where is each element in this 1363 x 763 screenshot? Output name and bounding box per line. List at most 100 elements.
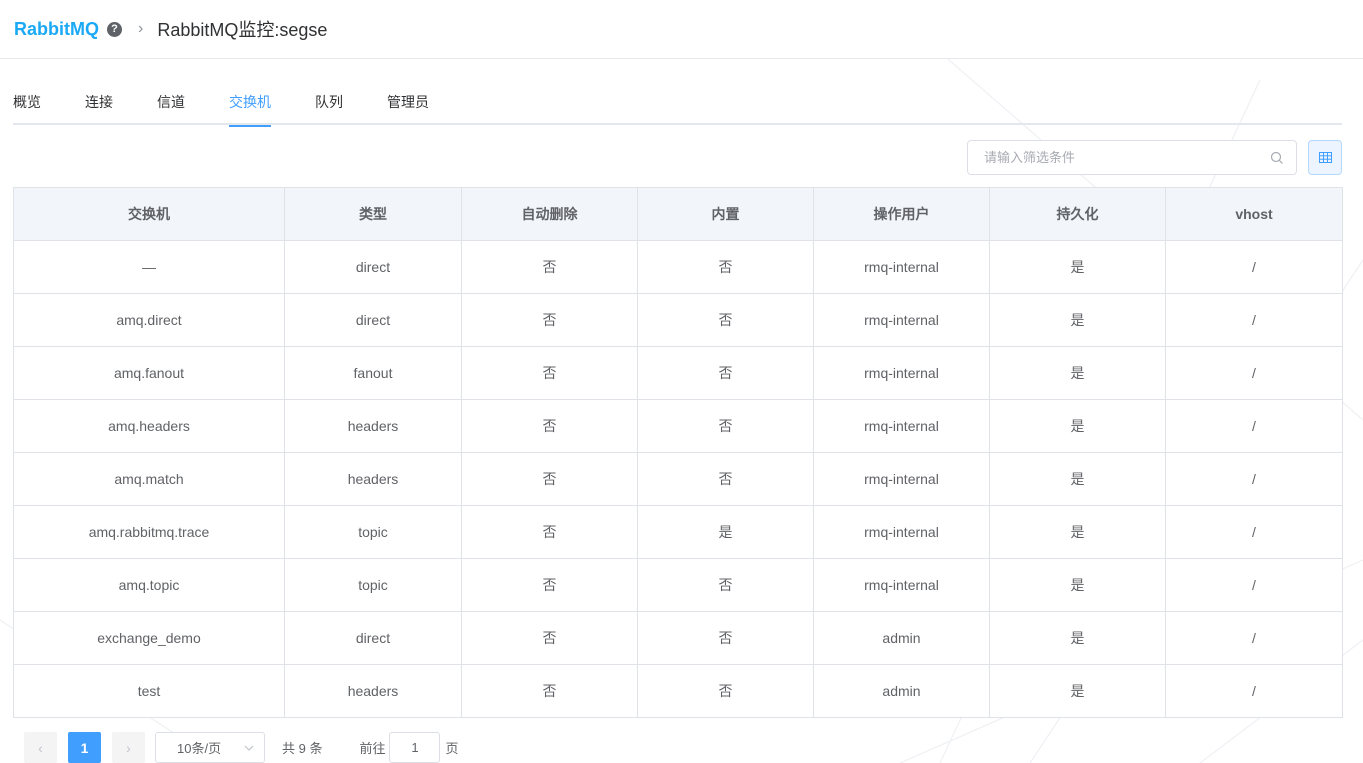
brand-logo-text[interactable]: RabbitMQ [14,19,99,40]
jump-page-input[interactable]: 1 [389,732,441,763]
cell-exchange: amq.direct [13,293,285,347]
cell-vhost: / [1165,558,1343,612]
cell-auto-delete: 否 [461,664,638,718]
table-row[interactable]: test headers 否否 admin 是 / [13,664,1343,718]
cell-exchange: amq.match [13,452,285,506]
cell-auto-delete: 否 [461,611,638,665]
cell-auto-delete: 否 [461,346,638,400]
cell-vhost: / [1165,240,1343,294]
table-row[interactable]: amq.fanout fanout 否否 rmq-internal 是 / [13,346,1343,400]
cell-exchange: amq.rabbitmq.trace [13,505,285,559]
table-row[interactable]: amq.rabbitmq.trace topic 否是 rmq-internal 是 / [13,505,1343,559]
prev-page-button[interactable]: ‹ [24,732,57,763]
page-size-select[interactable]: 10条/页 [155,732,265,763]
table-header: 交换机 类型 自动删除 内置 操作用户 持久化 vhost [13,187,1343,241]
table-grid-icon [1318,152,1332,163]
cell-user: rmq-internal [813,399,990,453]
cell-exchange: exchange_demo [13,611,285,665]
cell-auto-delete: 否 [461,293,638,347]
cell-user: rmq-internal [813,240,990,294]
table-row[interactable]: amq.topic topic 否否 rmq-internal 是 / [13,558,1343,612]
search-box [967,140,1297,175]
cell-exchange: amq.headers [13,399,285,453]
tab-bar: 概览 连接 信道 交换机 队列 管理员 [13,80,1342,127]
cell-durable: 是 [989,346,1166,400]
cell-exchange: amq.fanout [13,346,285,400]
table-row[interactable]: exchange_demo direct 否否 admin 是 / [13,611,1343,665]
cell-user: rmq-internal [813,346,990,400]
total-count: 共 9 条 [282,741,323,756]
cell-exchange: — [13,240,285,294]
cell-type: direct [284,611,462,665]
cell-user: rmq-internal [813,505,990,559]
column-header-durable[interactable]: 持久化 [989,187,1166,241]
cell-auto-delete: 否 [461,558,638,612]
cell-vhost: / [1165,346,1343,400]
jump-suffix: 页 [445,741,459,756]
cell-exchange: test [13,664,285,718]
tab-channels[interactable]: 信道 [157,80,185,125]
cell-user: admin [813,664,990,718]
cell-internal: 否 [637,240,814,294]
column-settings-button[interactable] [1308,140,1342,175]
tab-admins[interactable]: 管理员 [387,80,429,125]
tab-connections[interactable]: 连接 [85,80,113,125]
cell-vhost: / [1165,505,1343,559]
tab-overview[interactable]: 概览 [13,80,41,125]
cell-auto-delete: 否 [461,452,638,506]
cell-vhost: / [1165,452,1343,506]
column-header-exchange[interactable]: 交换机 [13,187,285,241]
column-header-type[interactable]: 类型 [284,187,462,241]
cell-internal: 否 [637,664,814,718]
cell-user: admin [813,611,990,665]
table-row[interactable]: amq.direct direct 否否 rmq-internal 是 / [13,293,1343,347]
cell-durable: 是 [989,505,1166,559]
table-body: — direct 否否 rmq-internal 是 / amq.direct direct 否… [13,240,1343,718]
tab-exchanges[interactable]: 交换机 [229,80,271,127]
cell-type: headers [284,399,462,453]
column-header-vhost[interactable]: vhost [1165,187,1343,241]
cell-durable: 是 [989,240,1166,294]
cell-auto-delete: 否 [461,505,638,559]
cell-type: direct [284,293,462,347]
jump-label: 前往 [359,741,386,756]
page-size-value: 10条/页 [177,741,222,756]
cell-internal: 否 [637,399,814,453]
column-header-internal[interactable]: 内置 [637,187,814,241]
cell-durable: 是 [989,452,1166,506]
search-input[interactable] [984,150,1270,165]
cell-internal: 否 [637,558,814,612]
column-header-user[interactable]: 操作用户 [813,187,990,241]
search-icon[interactable] [1270,151,1284,165]
next-page-button[interactable]: › [112,732,145,763]
cell-vhost: / [1165,611,1343,665]
cell-internal: 否 [637,346,814,400]
cell-type: topic [284,505,462,559]
cell-user: rmq-internal [813,558,990,612]
cell-type: topic [284,558,462,612]
cell-auto-delete: 否 [461,240,638,294]
chevron-down-icon [244,745,254,751]
exchanges-table: 交换机 类型 自动删除 内置 操作用户 持久化 vhost — direct 否否 r… [13,187,1343,718]
cell-internal: 否 [637,452,814,506]
cell-durable: 是 [989,293,1166,347]
breadcrumb-current: RabbitMQ监控:segse [157,20,328,40]
column-header-auto-delete[interactable]: 自动删除 [461,187,638,241]
cell-durable: 是 [989,611,1166,665]
table-row[interactable]: amq.match headers 否否 rmq-internal 是 / [13,452,1343,506]
tab-queues[interactable]: 队列 [315,80,343,125]
pagination: ‹ 1 › 10条/页 共 9 条 前往 1 页 [24,732,459,763]
cell-vhost: / [1165,293,1343,347]
table-row[interactable]: amq.headers headers 否否 rmq-internal 是 / [13,399,1343,453]
cell-durable: 是 [989,558,1166,612]
cell-type: headers [284,664,462,718]
cell-type: fanout [284,346,462,400]
table-header-row: 交换机 类型 自动删除 内置 操作用户 持久化 vhost [13,187,1343,241]
cell-vhost: / [1165,664,1343,718]
question-circle-icon[interactable]: ? [107,21,122,37]
cell-internal: 否 [637,293,814,347]
table-row[interactable]: — direct 否否 rmq-internal 是 / [13,240,1343,294]
page-number-button[interactable]: 1 [68,732,101,763]
cell-internal: 是 [637,505,814,559]
cell-internal: 否 [637,611,814,665]
